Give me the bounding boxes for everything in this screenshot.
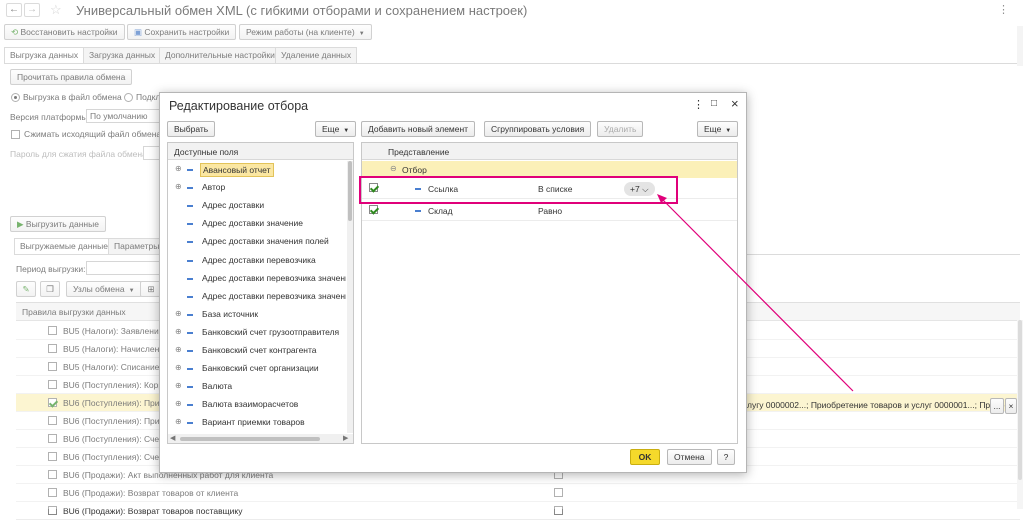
annotation-arrow [657,194,854,392]
